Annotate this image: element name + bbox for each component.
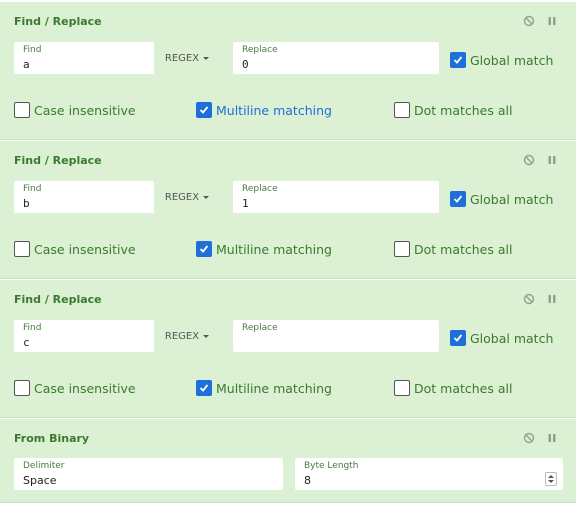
checkbox-box[interactable] (394, 102, 410, 118)
checkbox-box[interactable] (394, 241, 410, 257)
regex-dropdown-button[interactable]: REGEX (154, 42, 220, 74)
byte-length-input[interactable]: Byte Length 8 (295, 458, 563, 490)
operation-title: Find / Replace (14, 154, 102, 167)
multiline-checkbox[interactable]: Multiline matching (196, 102, 332, 118)
chevron-down-icon (203, 56, 210, 60)
operation-title: Find / Replace (14, 15, 102, 28)
checkbox-box[interactable] (450, 330, 466, 346)
pause-icon[interactable] (546, 154, 558, 166)
checkbox-label: Multiline matching (216, 102, 332, 118)
find-label: Find (23, 323, 42, 333)
dot-matches-all-checkbox[interactable]: Dot matches all (394, 241, 512, 257)
find-label: Find (23, 45, 42, 55)
find-input[interactable]: Find a REGEX (14, 42, 220, 74)
from-binary-operation: From Binary Delimiter Space Byte Length … (0, 419, 576, 503)
delimiter-value[interactable]: Space (23, 474, 57, 487)
pause-icon[interactable] (546, 293, 558, 305)
global-match-checkbox[interactable]: Global match (450, 52, 553, 68)
disable-icon[interactable] (523, 154, 535, 166)
checkbox-box[interactable] (394, 380, 410, 396)
checkbox-label: Multiline matching (216, 380, 332, 396)
recipe-panel: Find / Replace Find a REGEX Replace 0 Gl… (0, 0, 576, 505)
regex-dropdown-button[interactable]: REGEX (154, 320, 220, 352)
checkbox-label: Case insensitive (34, 102, 136, 118)
number-stepper[interactable] (545, 472, 557, 486)
checkmark-icon (199, 245, 209, 253)
stepper-down-icon[interactable] (548, 480, 554, 483)
checkbox-label: Global match (470, 330, 554, 346)
replace-label: Replace (242, 184, 278, 194)
checkbox-label: Case insensitive (34, 241, 136, 257)
replace-label: Replace (242, 45, 278, 55)
replace-value[interactable]: 0 (242, 58, 249, 71)
global-match-checkbox[interactable]: Global match (450, 330, 553, 346)
replace-value[interactable]: 1 (242, 197, 249, 210)
checkmark-icon (453, 334, 463, 342)
replace-input[interactable]: Replace 1 (233, 181, 439, 213)
replace-input[interactable]: Replace (233, 320, 439, 352)
find-input[interactable]: Find b REGEX (14, 181, 220, 213)
chevron-down-icon (203, 334, 210, 338)
regex-label: REGEX (164, 330, 200, 342)
find-input[interactable]: Find c REGEX (14, 320, 220, 352)
checkbox-label: Dot matches all (414, 241, 513, 257)
chevron-down-icon (203, 195, 210, 199)
find-replace-operation: Find / Replace Find a REGEX Replace 0 Gl… (0, 2, 576, 140)
multiline-checkbox[interactable]: Multiline matching (196, 380, 332, 396)
replace-input[interactable]: Replace 0 (233, 42, 439, 74)
pause-icon[interactable] (546, 432, 558, 444)
disable-icon[interactable] (523, 15, 535, 27)
pause-icon[interactable] (546, 15, 558, 27)
checkbox-label: Multiline matching (216, 241, 332, 257)
regex-label: REGEX (164, 52, 200, 64)
checkbox-label: Dot matches all (414, 102, 513, 118)
checkmark-icon (453, 195, 463, 203)
checkbox-box[interactable] (14, 241, 30, 257)
checkbox-label: Global match (470, 191, 554, 207)
checkbox-box[interactable] (14, 380, 30, 396)
byte-length-label: Byte Length (304, 461, 359, 471)
regex-label: REGEX (164, 191, 200, 203)
case-insensitive-checkbox[interactable]: Case insensitive (14, 241, 136, 257)
delimiter-input[interactable]: Delimiter Space (14, 458, 283, 490)
multiline-checkbox[interactable]: Multiline matching (196, 241, 332, 257)
case-insensitive-checkbox[interactable]: Case insensitive (14, 380, 136, 396)
dot-matches-all-checkbox[interactable]: Dot matches all (394, 380, 512, 396)
checkmark-icon (453, 56, 463, 64)
checkbox-label: Global match (470, 52, 554, 68)
replace-label: Replace (242, 323, 278, 333)
checkbox-box[interactable] (196, 102, 212, 118)
find-value[interactable]: b (23, 197, 30, 210)
disable-icon[interactable] (523, 293, 535, 305)
dot-matches-all-checkbox[interactable]: Dot matches all (394, 102, 512, 118)
checkbox-box[interactable] (450, 52, 466, 68)
checkbox-box[interactable] (14, 102, 30, 118)
stepper-up-icon[interactable] (548, 475, 554, 478)
checkbox-label: Dot matches all (414, 380, 513, 396)
checkmark-icon (199, 384, 209, 392)
byte-length-value[interactable]: 8 (304, 474, 311, 487)
disable-icon[interactable] (523, 432, 535, 444)
global-match-checkbox[interactable]: Global match (450, 191, 553, 207)
find-replace-operation: Find / Replace Find b REGEX Replace 1 Gl… (0, 141, 576, 279)
checkbox-box[interactable] (196, 241, 212, 257)
find-label: Find (23, 184, 42, 194)
operation-title: From Binary (14, 432, 90, 445)
regex-dropdown-button[interactable]: REGEX (154, 181, 220, 213)
delimiter-label: Delimiter (23, 461, 65, 471)
operation-title: Find / Replace (14, 293, 102, 306)
checkmark-icon (199, 106, 209, 114)
case-insensitive-checkbox[interactable]: Case insensitive (14, 102, 136, 118)
find-value[interactable]: c (23, 336, 30, 349)
checkbox-box[interactable] (450, 191, 466, 207)
checkbox-label: Case insensitive (34, 380, 136, 396)
find-value[interactable]: a (23, 58, 30, 71)
find-replace-operation: Find / Replace Find c REGEX Replace Glob… (0, 280, 576, 418)
checkbox-box[interactable] (196, 380, 212, 396)
